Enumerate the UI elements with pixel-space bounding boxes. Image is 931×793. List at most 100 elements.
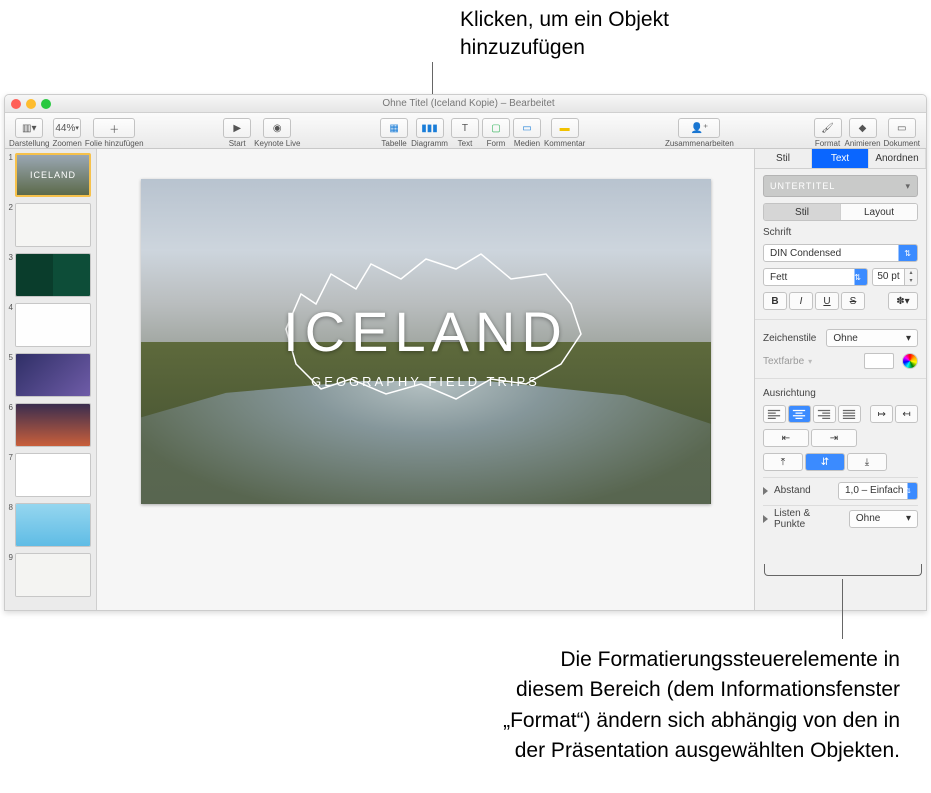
insert-text-button[interactable]: T Text xyxy=(451,118,479,148)
slide-thumb-4[interactable]: 4 xyxy=(7,303,92,347)
slide-title[interactable]: ICELAND xyxy=(141,299,711,364)
slide-thumb-1[interactable]: 1 xyxy=(7,153,92,197)
outdent-button[interactable]: ⇤ xyxy=(763,429,809,447)
insert-chart-button[interactable]: ▮▮▮ Diagramm xyxy=(411,118,448,148)
view-icon: ▥▾ xyxy=(22,123,36,134)
animate-inspector-button[interactable]: ◆ Animieren xyxy=(845,118,881,148)
add-slide-button[interactable]: ＋ Folie hinzufügen xyxy=(85,118,144,148)
outdent-icon: ⇤ xyxy=(782,433,790,444)
valign-top-button[interactable]: ⤒ xyxy=(763,453,803,471)
table-icon: ▦ xyxy=(389,123,398,134)
slide-thumb-2[interactable]: 2 xyxy=(7,203,92,247)
align-center-button[interactable] xyxy=(788,405,811,423)
close-icon[interactable] xyxy=(11,99,21,109)
slide-subtitle[interactable]: GEOGRAPHY FIELD TRIPS xyxy=(141,374,711,389)
triangle-icon xyxy=(763,487,768,495)
underline-button[interactable]: U xyxy=(815,292,839,310)
align-right-button[interactable] xyxy=(813,405,836,423)
slide-thumb-9[interactable]: 9 xyxy=(7,553,92,597)
chart-icon: ▮▮▮ xyxy=(421,123,438,134)
minimize-icon[interactable] xyxy=(26,99,36,109)
align-justify-button[interactable] xyxy=(838,405,861,423)
plus-icon: ＋ xyxy=(109,121,119,136)
updown-icon: ⇅ xyxy=(854,273,861,282)
tab-text[interactable]: Text xyxy=(812,149,869,168)
insert-comment-button[interactable]: ▬ Kommentar xyxy=(544,118,585,148)
divider xyxy=(755,319,926,320)
window-traffic-lights[interactable] xyxy=(11,99,51,109)
collaborate-button[interactable]: 👤⁺ Zusammenarbeiten xyxy=(665,118,734,148)
valign-middle-icon: ⇵ xyxy=(821,457,829,468)
fullscreen-icon[interactable] xyxy=(41,99,51,109)
color-wheel-icon[interactable] xyxy=(902,353,918,369)
text-color-label: Textfarbe xyxy=(763,356,804,367)
titlebar: Ohne Titel (Iceland Kopie) – Bearbeitet xyxy=(5,95,926,113)
slide-thumb-3[interactable]: 3 xyxy=(7,253,92,297)
callout-brace xyxy=(764,564,922,576)
subtab-style[interactable]: Stil xyxy=(764,204,840,220)
tab-style[interactable]: Stil xyxy=(755,149,812,168)
slide-thumb-7[interactable]: 7 xyxy=(7,453,92,497)
slide-navigator[interactable]: 1 2 3 4 5 6 7 8 9 xyxy=(5,149,97,610)
tab-arrange[interactable]: Anordnen xyxy=(869,149,926,168)
spacing-disclosure[interactable]: Abstand 1,0 – Einfach⇅ xyxy=(763,477,918,499)
font-size-stepper[interactable]: 50 pt ▴▾ xyxy=(872,268,918,286)
char-style-select[interactable]: Ohne▾ xyxy=(826,329,918,347)
broadcast-icon: ◉ xyxy=(273,123,282,134)
view-button[interactable]: ▥▾ Darstellung xyxy=(9,118,49,148)
text-icon: T xyxy=(462,123,468,134)
insert-shape-button[interactable]: ▢ Form xyxy=(482,118,510,148)
slide-thumb-8[interactable]: 8 xyxy=(7,503,92,547)
insert-table-button[interactable]: ▦ Tabelle xyxy=(380,118,408,148)
slide-thumb-6[interactable]: 6 xyxy=(7,403,92,447)
valign-bottom-icon: ⤓ xyxy=(865,457,869,468)
main-area: 1 2 3 4 5 6 7 8 9 ICELAND GEOGRAPHY FIEL… xyxy=(5,149,926,610)
format-inspector-button[interactable]: 🖌 Format xyxy=(814,118,842,148)
insert-media-button[interactable]: ▭ Medien xyxy=(513,118,541,148)
current-slide[interactable]: ICELAND GEOGRAPHY FIELD TRIPS xyxy=(141,179,711,504)
step-down-icon[interactable]: ▾ xyxy=(905,277,917,285)
bullets-select[interactable]: Ohne▾ xyxy=(849,510,918,528)
indent-button[interactable]: ⇥ xyxy=(811,429,857,447)
slide-canvas[interactable]: ICELAND GEOGRAPHY FIELD TRIPS xyxy=(97,149,754,610)
strike-button[interactable]: S xyxy=(841,292,865,310)
ltr-button[interactable]: ↦ xyxy=(870,405,893,423)
advanced-gear-button[interactable]: ✽ ▾ xyxy=(888,292,918,310)
updown-icon: ⇅ xyxy=(904,249,911,258)
valign-top-icon: ⤒ xyxy=(781,457,785,468)
font-family-select[interactable]: DIN Condensed⇅ xyxy=(763,244,918,262)
chevron-down-icon: ▾ xyxy=(906,513,911,524)
keynote-live-button[interactable]: ◉ Keynote Live xyxy=(254,118,300,148)
slide-thumb-5[interactable]: 5 xyxy=(7,353,92,397)
document-inspector-button[interactable]: ▭ Dokument xyxy=(884,118,920,148)
zoom-button[interactable]: 44% ▾ Zoomen xyxy=(52,118,81,148)
paintbrush-icon: 🖌 xyxy=(821,123,834,134)
subtab-layout[interactable]: Layout xyxy=(840,204,917,220)
text-subtabs[interactable]: Stil Layout xyxy=(763,203,918,221)
triangle-icon xyxy=(763,515,768,523)
play-icon: ▶ xyxy=(233,123,241,134)
bullets-disclosure[interactable]: Listen & Punkte Ohne▾ xyxy=(763,505,918,527)
diamond-icon: ◆ xyxy=(859,123,867,134)
chevron-down-icon: ▾ xyxy=(906,333,911,344)
valign-middle-button[interactable]: ⇵ xyxy=(805,453,845,471)
start-button[interactable]: ▶ Start xyxy=(223,118,251,148)
callout-top: Klicken, um ein Objekt hinzuzufügen xyxy=(460,6,669,63)
shape-icon: ▢ xyxy=(491,123,500,134)
callout-bottom-line xyxy=(842,579,843,639)
alignment-label: Ausrichtung xyxy=(763,388,918,399)
valign-bottom-button[interactable]: ⤓ xyxy=(847,453,887,471)
step-up-icon[interactable]: ▴ xyxy=(905,269,917,277)
font-weight-select[interactable]: Fett⇅ xyxy=(763,268,868,286)
font-section-label: Schrift xyxy=(763,227,918,238)
chevron-down-icon: ▾ xyxy=(905,181,911,192)
line-spacing-select[interactable]: 1,0 – Einfach⇅ xyxy=(838,482,918,500)
italic-button[interactable]: I xyxy=(789,292,813,310)
text-color-well[interactable] xyxy=(864,353,894,369)
bold-button[interactable]: B xyxy=(763,292,787,310)
callout-bottom: Die Formatierungssteuerelemente in diese… xyxy=(380,645,900,767)
paragraph-style-dropdown[interactable]: UNTERTITEL ▾ xyxy=(763,175,918,197)
rtl-icon: ↤ xyxy=(902,409,910,420)
align-left-button[interactable] xyxy=(763,405,786,423)
rtl-button[interactable]: ↤ xyxy=(895,405,918,423)
